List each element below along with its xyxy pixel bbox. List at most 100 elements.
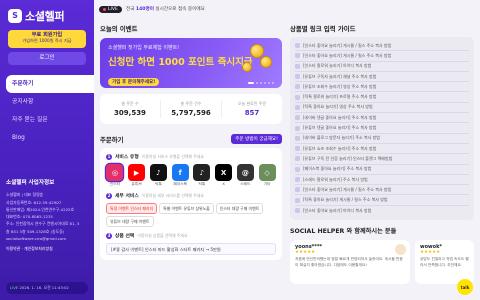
business-info: 소셜헬퍼 사업자정보 소셜헬퍼 | 대표 정명훈 사업자등록번호: 612-39…: [6, 180, 92, 253]
detail-service-chip[interactable]: 특정 이벤트 인스타 패키지: [106, 203, 158, 214]
event-banner-cta[interactable]: 가입 후 문의해주세요!: [108, 78, 160, 86]
platform-threads[interactable]: @ 스레드: [236, 164, 255, 187]
guide-icon: [295, 146, 300, 152]
platform-youtube[interactable]: ▶ 유튜브: [128, 164, 146, 187]
step-label: 세부 서비스: [115, 194, 139, 199]
review-text: 처음에 반신반의했는데 정말 빠르게 반영되어서 놀랐어요. 게시물 반응이 확…: [295, 257, 403, 267]
guide-icon: [295, 94, 300, 100]
guide-row[interactable]: [틱톡 좋아요 늘리기] 게시물 / 릴스 주소 복사 방법: [295, 195, 469, 206]
guide-row[interactable]: [유튜브 쇼츠 조회수 늘리기] 주소 복사 방법: [295, 144, 469, 155]
step-detail-service: 2 세부 서비스 이용하실 세부 서비스를 선택해 주세요: [106, 192, 204, 199]
product-select[interactable]: [#좋 감사 이벤트] 인스타 피드 활성화 스타트 패키지 → 5만원: [106, 243, 276, 255]
main-column: 오늘의 이벤트 소셜헬퍼 첫가입 무료체험 이벤트! 신청만 하면 1000 포…: [100, 24, 282, 300]
logo-text: 소셜헬퍼: [25, 9, 65, 23]
platform-label: 유튜브: [131, 182, 142, 186]
order-panel: 1 서비스 유형 이용하실 서비스 유형을 선택해 주세요 ◎ 인스타 ▶ 유튜…: [100, 148, 282, 260]
banner-pagination[interactable]: [248, 81, 274, 84]
tiktok-icon: ♪: [193, 164, 211, 181]
sidebar-item-notice[interactable]: 공지사항: [0, 93, 94, 111]
platform-label: 틱톡: [154, 182, 162, 186]
guide-icon: [295, 135, 300, 141]
platform-label: X: [222, 182, 225, 186]
guide-icon: [295, 208, 300, 214]
signup-button[interactable]: 무료 회원가입 가입하면 1000원 즉시 지급: [8, 30, 86, 48]
platform-x[interactable]: X X: [215, 164, 233, 187]
guide-row[interactable]: [유튜브 조회수 늘리기] 영상 주소 복사 방법: [295, 82, 469, 93]
kakao-chat-button[interactable]: talk: [457, 279, 473, 295]
other-icon: ◇: [258, 164, 276, 181]
platform-label: 페이스북: [173, 182, 187, 186]
login-button[interactable]: 로그인: [8, 52, 86, 65]
order-header: 주문하기 주문 방법이 궁금해요!: [100, 134, 282, 144]
logo[interactable]: S 소셜헬퍼: [0, 0, 94, 24]
business-line: 주소: 인천광역시 연수구 컨벤시아대로 81, 5: [6, 221, 80, 227]
guide-row[interactable]: [스레드 팔로워 늘리기] 주소 복사 방법: [295, 175, 469, 186]
live-foot-badge: LIVE: [10, 285, 19, 290]
platform-tiktok[interactable]: ♪ 틱톡: [149, 164, 168, 187]
guide-icon: [295, 115, 300, 121]
stat-label: 오늘 완료된 주문: [237, 101, 267, 106]
sidebar-item-blog[interactable]: Blog: [0, 129, 94, 147]
business-email[interactable]: socialsoftware.ceo@gmail.com: [6, 235, 92, 242]
facebook-icon: f: [171, 164, 189, 181]
review-card[interactable]: wowok* ★★★★★ 상담도 친절하고 작업 속도도 빨라서 만족합니다. …: [415, 240, 474, 285]
guide-icon: [295, 125, 300, 131]
logo-icon: S: [8, 8, 22, 23]
review-text: 상담도 친절하고 작업 속도도 빨라서 만족합니다. 추천해요.: [420, 257, 469, 267]
guide-row[interactable]: [네이버 블로그 방문자 늘리기] 주소 복사 방법: [295, 134, 469, 144]
guide-row[interactable]: [유튜브 구독 전 인증 늘리기] 인스타 플랫그 택배방법: [295, 154, 469, 165]
live-visitors: 전국 140명이 실시간으로 접속 중이에요: [126, 6, 205, 12]
step-hint: 이용하실 서비스 유형을 선택해 주세요: [141, 153, 204, 159]
guide-row[interactable]: [유튜브 구독자 늘리기] 채널 주소 복사 방법: [295, 72, 469, 83]
guide-icon: [295, 63, 300, 69]
platform-instagram[interactable]: ◎ 인스타: [106, 164, 124, 187]
guide-icon: [295, 197, 300, 203]
guide-row[interactable]: [유튜브 댓글 좋아요 늘리기] 주소 복사 방법: [295, 123, 469, 134]
detail-service-list: 특정 이벤트 인스타 패키지 특별 이벤트 유튜브 상위노출 인스타 대량 구매…: [106, 203, 276, 227]
x-icon: X: [215, 164, 233, 181]
guide-row[interactable]: [인스타 팔로워 늘리기] 아이디 복사 방법: [295, 62, 469, 72]
live-foot-time: 2026. 1. 16. 오전 11:43:02: [19, 285, 69, 290]
guide-row[interactable]: [인스타 좋아요 늘리기] 아이디 복사 방법: [295, 206, 469, 216]
top-bar: LIVE 전국 140명이 실시간으로 접속 중이에요: [94, 0, 480, 18]
stat-today-completed: 오늘 완료된 주문 857: [222, 101, 282, 117]
social-title: SOCIAL HELPER 와 함께하시는 분들: [290, 228, 397, 236]
star-rating: ★★★★★: [420, 250, 441, 256]
business-line: 통신판매업: 제2024-인천연수구-4225호: [6, 206, 75, 212]
guide-icon: [295, 177, 300, 182]
guide-row[interactable]: [인스타 좋아요 늘리기] 게시물 / 릴스 주소 복사 방법: [295, 185, 469, 196]
step-hint: 이용하실 세부 서비스를 선택해 주세요: [141, 192, 204, 198]
guide-row[interactable]: [인스타 좋아요 늘리기] 게시물 / 릴스 주소 복사 방법: [295, 51, 469, 62]
events-title: 오늘의 이벤트: [100, 25, 138, 33]
guide-icon: [295, 166, 300, 172]
platform-other[interactable]: ◇ 기타: [258, 164, 276, 187]
business-line: 층 B51 5층 509-1328호 (송도동): [6, 228, 65, 234]
platform-label: 스레드: [240, 182, 251, 186]
policy-links[interactable]: 이용약관 · 개인정보처리방침: [6, 245, 92, 252]
how-to-order-button[interactable]: 주문 방법이 궁금해요!: [231, 134, 282, 144]
sidebar-item-order[interactable]: 주문하기: [6, 75, 94, 93]
guide-title: 상품별 링크 입력 가이드: [290, 25, 356, 33]
instagram-icon: ◎: [106, 164, 124, 181]
guide-row[interactable]: [인스타 좋아요 늘리기] 게시물 / 릴스 주소 복사 방법: [295, 41, 469, 52]
business-info-title: 소셜헬퍼 사업자정보: [6, 180, 55, 186]
stats-bar: 총 주문 수 309,539 총 주문 건수 5,797,596 오늘 완료된 …: [100, 94, 282, 124]
detail-service-chip[interactable]: 유튜브 대량 구매 이벤트: [106, 216, 154, 227]
platform-facebook[interactable]: f 페이스북: [171, 164, 189, 187]
review-card[interactable]: yoons**** ★★★★★ 처음에 반신반의했는데 정말 빠르게 반영되어서…: [290, 240, 410, 285]
guide-row[interactable]: [틱톡 좋아요 늘리기] 영상 주소 복사 방법: [295, 103, 469, 114]
order-title: 주문하기: [100, 135, 124, 144]
detail-service-chip[interactable]: 인스타 대량 구매 이벤트: [215, 203, 264, 214]
avatar: [395, 244, 406, 256]
guide-row[interactable]: [네이버 댓글 좋아요 늘리기] 주소 복사 방법: [295, 113, 469, 124]
guide-row[interactable]: [틱톡 팔로워 늘리기] 프로필 주소 복사 방법: [295, 92, 469, 103]
guide-row[interactable]: [페이스북 좋아요 늘리기] 주소 복사 방법: [295, 165, 469, 175]
live-prefix: 전국: [125, 7, 135, 12]
event-banner[interactable]: 소셜헬퍼 첫가입 무료체험 이벤트! 신청만 하면 1000 포인트 즉시지급 …: [100, 38, 282, 88]
step-label: 서비스 유형: [115, 155, 139, 160]
sidebar-item-faq[interactable]: 자주 묻는 질문: [0, 111, 94, 129]
star-rating: ★★★★★: [295, 250, 316, 256]
detail-service-chip[interactable]: 특별 이벤트 유튜브 상위노출: [159, 203, 214, 214]
business-line: 사업자등록번호: 612-39-42907: [6, 199, 62, 205]
platform-tiktok-2[interactable]: ♪ 틱톡: [193, 164, 211, 187]
